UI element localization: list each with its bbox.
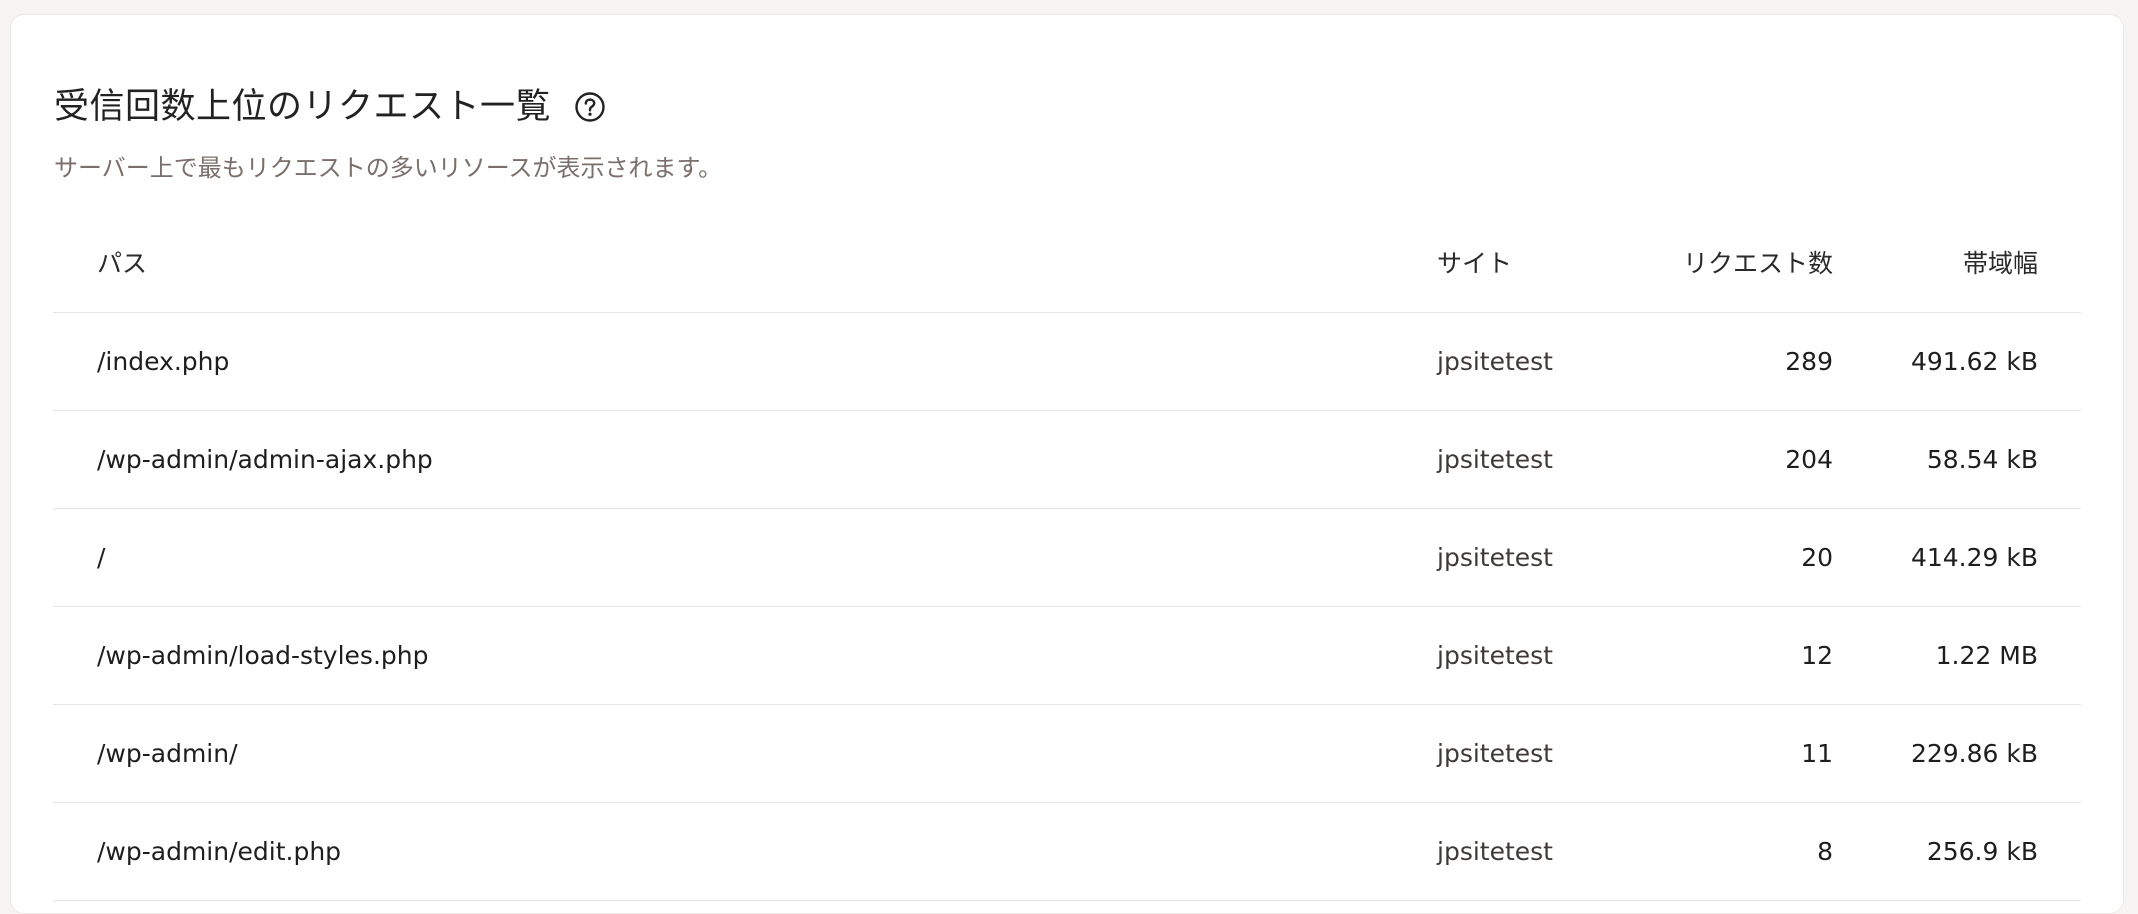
row-path: /wp-admin/ [97,739,238,768]
table-row[interactable]: /wp-admin/edit.php jpsitetest 8 256.9 kB [53,803,2081,901]
column-header-site[interactable]: サイト [1437,215,1512,313]
row-path: /wp-admin/edit.php [97,837,342,866]
row-path: /wp-admin/admin-ajax.php [97,445,433,474]
row-requests: 11 [1801,739,1833,768]
row-site: jpsitetest [1437,641,1553,670]
table-row[interactable]: /wp-admin/load-styles.php jpsitetest 12 … [53,607,2081,705]
row-bandwidth: 58.54 kB [1926,445,2038,474]
row-bandwidth: 1.22 MB [1935,641,2038,670]
table-row[interactable]: /wp-admin/admin-ajax.php jpsitetest 204 … [53,411,2081,509]
row-requests: 12 [1801,641,1833,670]
row-requests: 8 [1817,837,1833,866]
column-header-bandwidth[interactable]: 帯域幅 [1963,215,2038,313]
table-row[interactable]: /wp-admin/ jpsitetest 11 229.86 kB [53,705,2081,803]
row-bandwidth: 229.86 kB [1910,739,2038,768]
row-site: jpsitetest [1437,347,1553,376]
row-site: jpsitetest [1437,837,1553,866]
question-circle-icon[interactable] [573,90,607,124]
top-requests-card: 受信回数上位のリクエスト一覧 サーバー上で最もリクエストの多いリソースが表示され… [10,14,2124,914]
row-path: / [97,543,106,572]
title-row: 受信回数上位のリクエスト一覧 [54,77,607,137]
table-row[interactable]: /index.php jpsitetest 289 491.62 kB [53,313,2081,411]
requests-table: パス サイト リクエスト数 帯域幅 /index.php jpsitetest … [53,215,2081,901]
row-requests: 204 [1785,445,1833,474]
column-header-requests[interactable]: リクエスト数 [1683,215,1833,313]
table-header: パス サイト リクエスト数 帯域幅 [53,215,2081,313]
row-path: /wp-admin/load-styles.php [97,641,429,670]
row-site: jpsitetest [1437,445,1553,474]
row-site: jpsitetest [1437,739,1553,768]
section-title: 受信回数上位のリクエスト一覧 [54,87,552,127]
table-row[interactable]: / jpsitetest 20 414.29 kB [53,509,2081,607]
row-site: jpsitetest [1437,543,1553,572]
row-requests: 20 [1801,543,1833,572]
row-bandwidth: 491.62 kB [1910,347,2038,376]
row-bandwidth: 256.9 kB [1926,837,2038,866]
row-requests: 289 [1785,347,1833,376]
section-subtitle: サーバー上で最もリクエストの多いリソースが表示されます。 [54,154,723,182]
column-header-path[interactable]: パス [97,215,147,313]
row-bandwidth: 414.29 kB [1910,543,2038,572]
row-path: /index.php [97,347,230,376]
